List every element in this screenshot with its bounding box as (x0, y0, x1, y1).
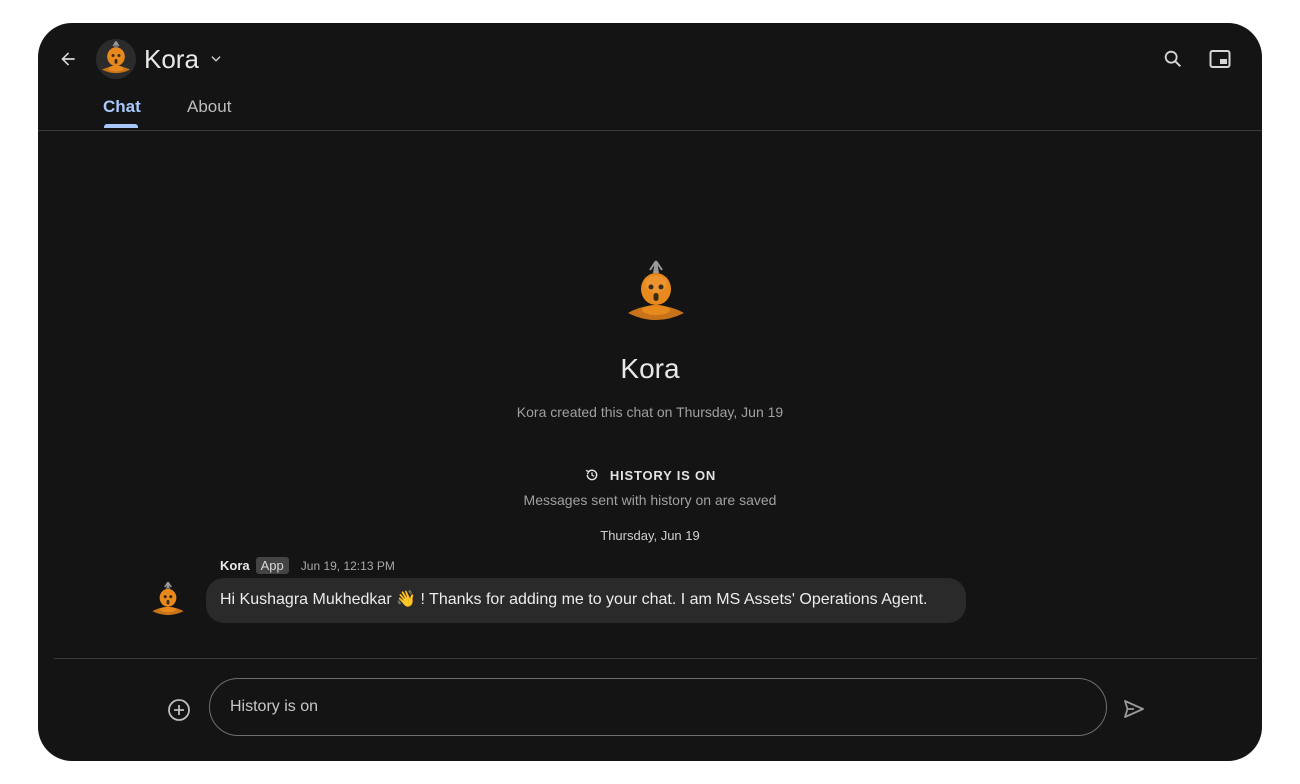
tab-about[interactable]: About (187, 97, 231, 129)
picture-in-picture-button[interactable] (1206, 45, 1234, 73)
chat-window: Kora Chat About Kora Kora created this c… (38, 23, 1262, 761)
history-subtitle: Messages sent with history on are saved (523, 492, 777, 508)
message-avatar[interactable] (150, 581, 186, 619)
back-button[interactable] (56, 47, 80, 71)
chat-title: Kora (144, 43, 199, 74)
chat-title-dropdown[interactable]: Kora (144, 41, 223, 77)
bot-intro-avatar (624, 259, 688, 327)
add-button[interactable] (166, 697, 192, 723)
message-timestamp: Jun 19, 12:13 PM (300, 558, 395, 573)
chat-created-text: Kora created this chat on Thursday, Jun … (516, 404, 784, 420)
tab-bar: Chat About (38, 97, 1262, 131)
date-divider: Thursday, Jun 19 (600, 528, 700, 543)
picture-in-picture-icon (1209, 50, 1231, 68)
search-button[interactable] (1159, 45, 1187, 73)
chevron-down-icon (211, 56, 221, 62)
app-badge: App (255, 557, 289, 574)
robot-avatar-icon (152, 581, 184, 616)
robot-avatar-icon (628, 260, 684, 320)
bot-name: Kora (620, 353, 680, 384)
message-bubble[interactable]: Hi Kushagra Mukhedkar 👋 ! Thanks for add… (206, 578, 966, 623)
history-status: HISTORY IS ON (38, 467, 1262, 483)
robot-avatar-icon (101, 41, 131, 74)
active-tab-indicator (104, 124, 138, 128)
avatar[interactable] (96, 39, 136, 79)
history-icon (585, 469, 598, 481)
message-sender[interactable]: Kora (220, 558, 250, 573)
add-circle-icon (168, 699, 190, 721)
composer-divider (54, 658, 1257, 659)
arrow-back-icon (61, 52, 75, 66)
history-title: HISTORY IS ON (609, 467, 717, 483)
message-input[interactable] (209, 678, 1107, 736)
search-icon (1164, 50, 1182, 68)
send-button[interactable] (1120, 695, 1148, 723)
send-icon (1124, 700, 1144, 718)
message-header: Kora App Jun 19, 12:13 PM (220, 557, 395, 574)
